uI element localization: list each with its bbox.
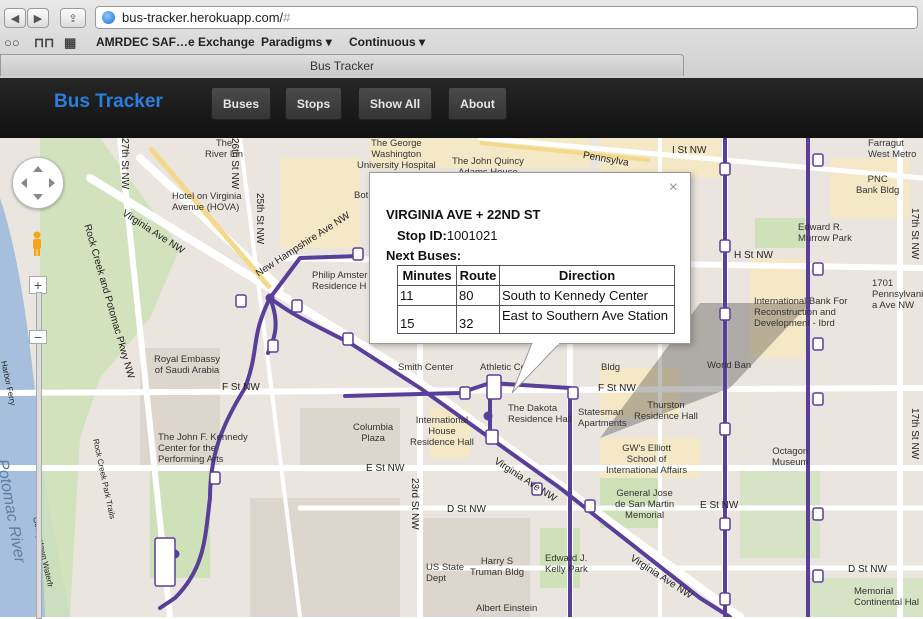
info-window-tail	[512, 343, 561, 394]
bookmark-continuous[interactable]: Continuous ▾	[349, 35, 425, 49]
stop-id-line: Stop ID:1001021	[397, 228, 498, 243]
address-bar[interactable]: bus-tracker.herokuapp.com/#	[95, 6, 918, 29]
street-h-st: H St NW	[734, 250, 773, 261]
street-17th-b: 17th St NW	[909, 408, 920, 460]
street-d-st-east: D St NW	[848, 564, 887, 575]
label-pnc: PNC Bank Bldg	[856, 174, 900, 196]
bookmark-paradigms[interactable]: Paradigms ▾	[261, 35, 332, 49]
label-bldg: Bldg	[601, 362, 621, 373]
label-hova: Hotel on Virginia Avenue (HOVA)	[172, 191, 242, 213]
label-gwu-hospital: The George Washington University Hospital	[357, 138, 436, 171]
nav-buses[interactable]: Buses	[211, 87, 271, 120]
nav-about[interactable]: About	[448, 87, 507, 120]
share-button[interactable]: ⇪	[60, 8, 86, 28]
label-intl-bank: International Bank For Reconstruction and…	[754, 296, 848, 329]
label-intl-house: International House Residence Hall	[410, 415, 474, 448]
reading-list-icon[interactable]: ○○	[4, 35, 20, 50]
street-e-st-west: E St NW	[366, 463, 405, 474]
pan-control[interactable]	[12, 157, 64, 209]
cell-direction: South to Kennedy Center	[499, 285, 675, 306]
table-header-row: Minutes Route Direction	[397, 265, 675, 286]
pegman-icon[interactable]	[29, 231, 45, 257]
label-elliott: GW's Elliott School of International Affai…	[606, 443, 688, 476]
label-us-state-dept: US State Dept	[426, 562, 465, 584]
label-kennedy-center: The John F. Kennedy Center for the Perform…	[158, 432, 248, 465]
tab-bus-tracker[interactable]: Bus Tracker	[0, 54, 684, 76]
cell-direction: East to Southern Ave Station	[499, 305, 675, 334]
label-einstein: Albert Einstein	[476, 603, 538, 614]
street-17th-a: 17th St NW	[909, 208, 920, 260]
column-route: Route	[456, 265, 500, 286]
label-1701-penn: 1701 Pennsylvani a Ave NW	[872, 278, 923, 311]
label-farragut: Farragut West Metro	[868, 138, 917, 160]
column-direction: Direction	[499, 265, 675, 286]
stop-info-window: × VIRGINIA AVE + 22ND ST Stop ID:1001021…	[369, 172, 691, 344]
label-octagon: Octagon Museum	[772, 446, 809, 468]
label-bot: Bot	[354, 190, 369, 201]
table-row: 11 80 South to Kennedy Center	[397, 285, 675, 306]
label-thurston: Thurston Residence Hall	[634, 400, 698, 422]
label-columbia: Columbia Plaza	[353, 422, 394, 444]
label-world-bank: World Ban	[707, 360, 752, 371]
street-d-st-west: D St NW	[447, 504, 486, 515]
label-san-martin: General Jose de San Martin Memorial	[615, 488, 675, 521]
pan-arrows-icon	[21, 166, 55, 200]
top-sites-grid-icon[interactable]: ▦	[64, 35, 76, 51]
label-amster: Philip Amster Residence H	[312, 270, 368, 292]
url-text: bus-tracker.herokuapp.com/#	[122, 10, 291, 25]
label-truman: Harry S Truman Bldg	[470, 556, 525, 578]
label-kelly-park: Edward J. Kelly Park	[545, 553, 588, 575]
bookmarks-bar: ○○ ⊓⊓ ▦ AMRDEC SAF…e Exchange Paradigms …	[0, 33, 923, 51]
label-statesman: Statesman Apartments	[578, 407, 627, 429]
app-navbar: Bus Tracker Buses Stops Show All About	[0, 78, 923, 138]
bookmark-amrdec[interactable]: AMRDEC SAF…e Exchange	[96, 35, 255, 49]
label-dakota: The Dakota Residence Hall	[508, 403, 572, 425]
bookmarks-book-icon[interactable]: ⊓⊓	[34, 35, 54, 51]
street-i-st: I St NW	[672, 145, 707, 156]
nav-show-all[interactable]: Show All	[358, 87, 432, 120]
brand-logo[interactable]: Bus Tracker	[54, 91, 163, 113]
cell-route: 32	[456, 305, 500, 334]
cell-minutes: 11	[397, 285, 457, 306]
browser-chrome: ◀ ▶ ⇪ bus-tracker.herokuapp.com/# ○○ ⊓⊓ …	[0, 0, 923, 79]
label-saudi: Royal Embassy of Saudi Arabia	[154, 354, 220, 376]
next-buses-heading: Next Buses:	[386, 248, 462, 263]
nav-stops[interactable]: Stops	[285, 87, 342, 120]
column-minutes: Minutes	[397, 265, 457, 286]
stop-id-value: 1001021	[446, 228, 498, 243]
tab-strip: Bus Tracker	[0, 54, 923, 78]
stop-title: VIRGINIA AVE + 22ND ST	[386, 207, 541, 222]
street-23rd: 23rd St NW	[409, 478, 420, 530]
next-buses-table: Minutes Route Direction 11 80 South to K…	[397, 265, 675, 334]
zoom-slider-handle[interactable]: −	[29, 330, 47, 344]
street-f-st-east: F St NW	[598, 383, 636, 394]
label-smith-center: Smith Center	[398, 362, 454, 373]
label-murrow: Edward R. Murrow Park	[798, 222, 852, 244]
street-25th: 25th St NW	[254, 193, 265, 245]
cell-route: 80	[456, 285, 500, 306]
street-e-st-east: E St NW	[700, 500, 739, 511]
street-26th: 26th St NW	[229, 138, 240, 190]
globe-icon	[102, 11, 115, 24]
street-f-st-west: F St NW	[222, 382, 260, 393]
label-continental: Memorial Continental Hal	[854, 586, 919, 608]
back-button[interactable]: ◀	[4, 8, 26, 28]
street-27th: 27th St NW	[119, 138, 130, 190]
forward-button[interactable]: ▶	[27, 8, 49, 28]
table-row: 15 32 East to Southern Ave Station	[397, 305, 675, 334]
close-icon[interactable]: ×	[669, 179, 678, 197]
cell-minutes: 15	[397, 305, 457, 334]
